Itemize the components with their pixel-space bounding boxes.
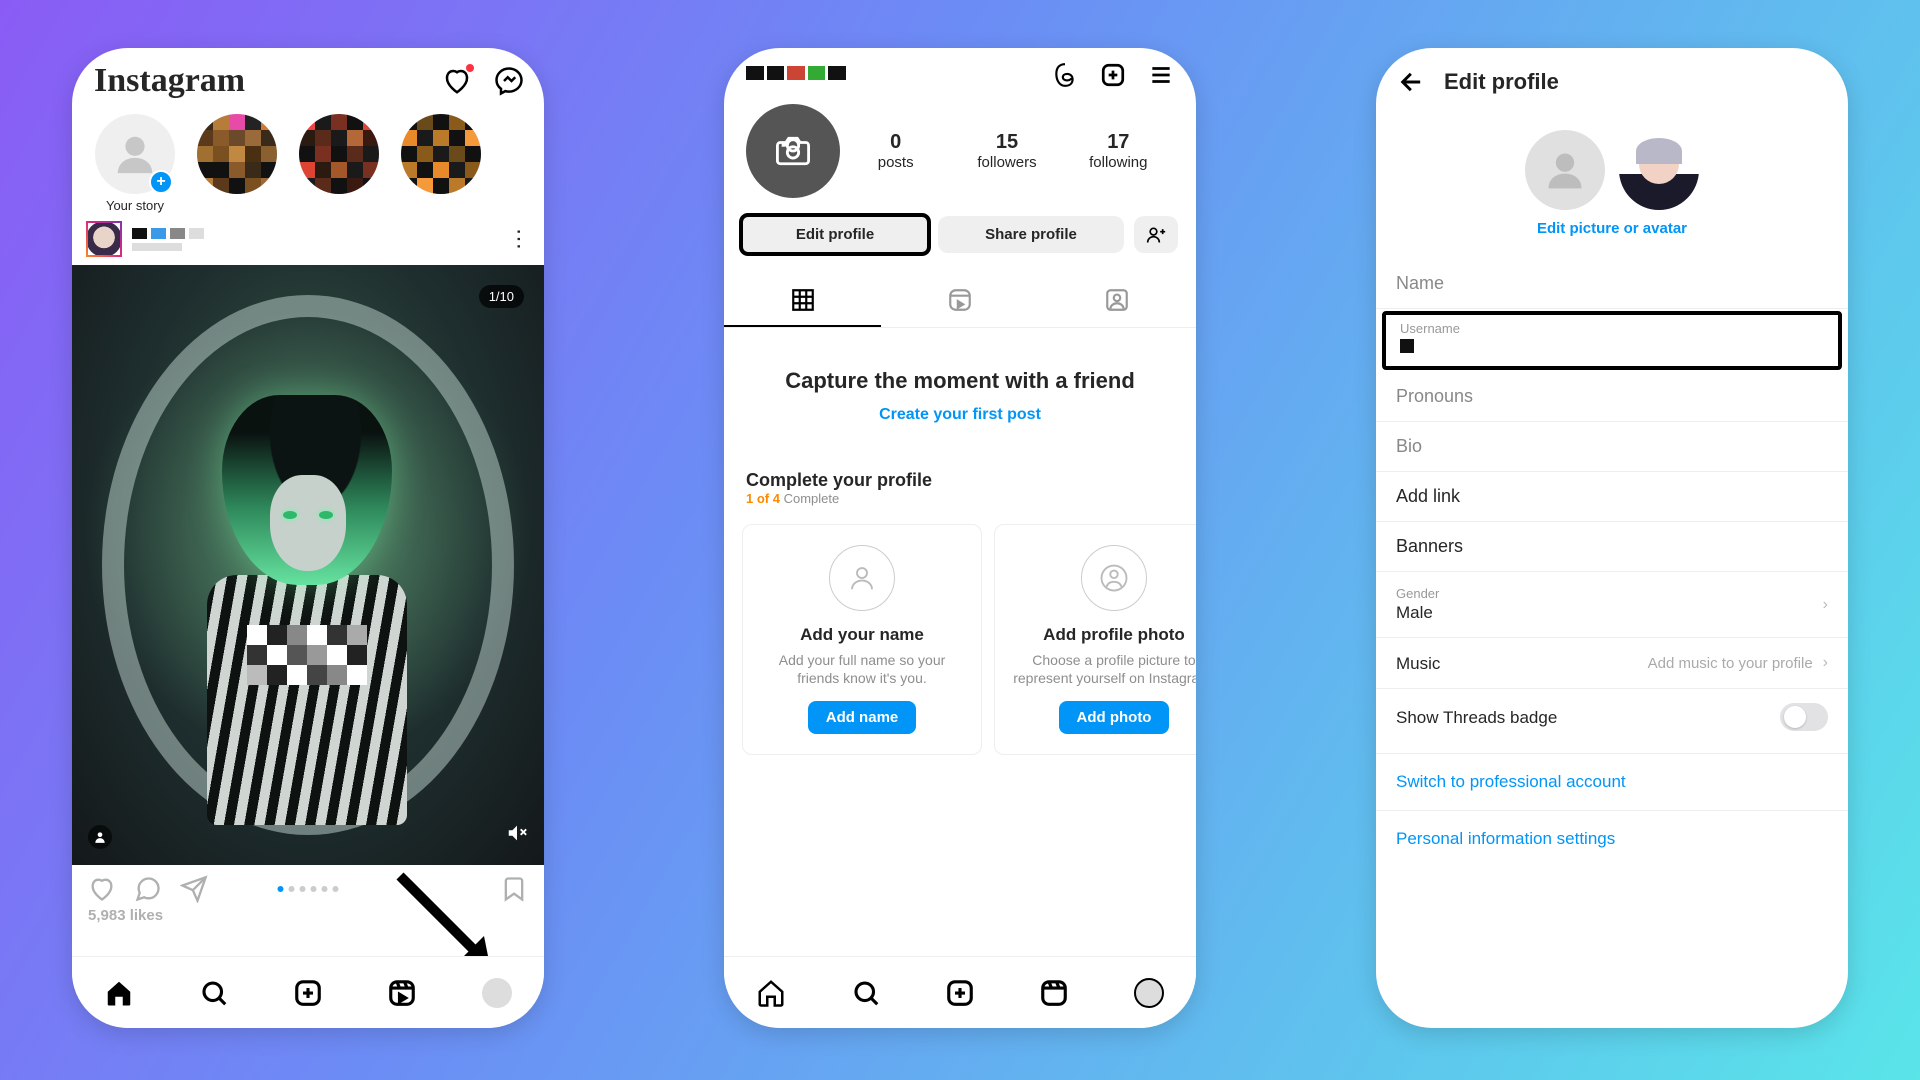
menu-icon[interactable] xyxy=(1148,62,1174,88)
edit-picture-link[interactable]: Edit picture or avatar xyxy=(1376,220,1848,259)
more-icon[interactable]: ⋯ xyxy=(506,228,532,250)
likes-count[interactable]: 5,983 likes xyxy=(72,905,544,926)
story-item[interactable] xyxy=(398,114,484,213)
post-author-avatar[interactable] xyxy=(86,221,122,257)
chevron-right-icon: › xyxy=(1823,654,1828,672)
avatar-photo[interactable] xyxy=(1525,130,1605,210)
edit-profile-title: Edit profile xyxy=(1444,69,1559,95)
bottom-nav xyxy=(724,956,1196,1028)
messenger-icon[interactable] xyxy=(494,66,524,96)
edit-profile-button[interactable]: Edit profile xyxy=(742,216,928,253)
avatar-icon xyxy=(1081,545,1147,611)
person-icon xyxy=(829,545,895,611)
your-story[interactable]: + Your story xyxy=(92,114,178,213)
add-photo-button[interactable]: Add photo xyxy=(1059,701,1170,734)
tagged-people-icon[interactable] xyxy=(88,825,112,849)
home-icon[interactable] xyxy=(755,977,787,1009)
complete-profile-progress: 1 of 4 Complete xyxy=(746,491,1174,506)
search-icon[interactable] xyxy=(850,977,882,1009)
heart-icon[interactable] xyxy=(442,66,472,96)
bookmark-icon[interactable] xyxy=(500,875,528,903)
threads-badge-toggle[interactable]: Show Threads badge xyxy=(1376,689,1848,745)
name-field[interactable]: Name xyxy=(1376,259,1848,309)
like-icon[interactable] xyxy=(88,875,116,903)
search-icon[interactable] xyxy=(198,977,230,1009)
post-header: ⋯ xyxy=(72,213,544,265)
music-field[interactable]: Music Add music to your profile › xyxy=(1376,638,1848,689)
banners-field[interactable]: Banners xyxy=(1376,522,1848,572)
plus-icon: + xyxy=(149,170,173,194)
comment-icon[interactable] xyxy=(134,875,162,903)
profile-icon[interactable] xyxy=(481,977,513,1009)
your-story-label: Your story xyxy=(106,198,164,213)
new-post-icon[interactable] xyxy=(1100,62,1126,88)
share-icon[interactable] xyxy=(180,875,208,903)
discover-people-button[interactable] xyxy=(1134,216,1178,253)
gender-field[interactable]: Gender Male › xyxy=(1376,572,1848,638)
capture-heading: Capture the moment with a friend xyxy=(754,368,1166,394)
complete-profile-heading: Complete your profile xyxy=(746,470,1174,491)
threads-icon[interactable] xyxy=(1052,62,1078,88)
phone-profile: 0posts 15followers 17following Edit prof… xyxy=(724,48,1196,1028)
stories-row: + Your story xyxy=(72,106,544,213)
tab-reels[interactable] xyxy=(881,275,1038,327)
personal-info-link[interactable]: Personal information settings xyxy=(1376,811,1848,867)
phone-feed: Instagram + Your story xyxy=(72,48,544,1028)
card-add-name: Add your name Add your full name so your… xyxy=(742,524,982,755)
new-post-icon[interactable] xyxy=(944,977,976,1009)
chevron-right-icon: › xyxy=(1823,596,1828,614)
reels-icon[interactable] xyxy=(1038,977,1070,1009)
reels-icon[interactable] xyxy=(386,977,418,1009)
bottom-nav xyxy=(72,956,544,1028)
add-link-field[interactable]: Add link xyxy=(1376,472,1848,522)
toggle-switch[interactable] xyxy=(1780,703,1828,731)
bio-field[interactable]: Bio xyxy=(1376,422,1848,472)
post-image[interactable]: 1/10 xyxy=(72,265,544,865)
new-post-icon[interactable] xyxy=(292,977,324,1009)
username-field[interactable]: Username xyxy=(1382,311,1842,370)
create-first-post-link[interactable]: Create your first post xyxy=(754,406,1166,424)
carousel-counter: 1/10 xyxy=(479,285,524,308)
stat-posts[interactable]: 0posts xyxy=(840,131,951,171)
pronouns-field[interactable]: Pronouns xyxy=(1376,372,1848,422)
share-profile-button[interactable]: Share profile xyxy=(938,216,1124,253)
phone-edit-profile: Edit profile Edit picture or avatar Name… xyxy=(1376,48,1848,1028)
story-item[interactable] xyxy=(194,114,280,213)
profile-avatar[interactable] xyxy=(746,104,840,198)
mute-icon[interactable] xyxy=(506,822,528,849)
carousel-dots xyxy=(278,886,339,892)
home-icon[interactable] xyxy=(103,977,135,1009)
switch-professional-link[interactable]: Switch to professional account xyxy=(1376,754,1848,811)
tab-grid[interactable] xyxy=(724,275,881,327)
tab-tagged[interactable] xyxy=(1039,275,1196,327)
story-item[interactable] xyxy=(296,114,382,213)
stat-followers[interactable]: 15followers xyxy=(951,131,1062,171)
profile-icon[interactable] xyxy=(1133,977,1165,1009)
card-add-photo: Add profile photo Choose a profile pictu… xyxy=(994,524,1196,755)
avatar-cartoon[interactable] xyxy=(1619,130,1699,210)
back-icon[interactable] xyxy=(1398,68,1426,96)
profile-tabs xyxy=(724,275,1196,328)
instagram-logo: Instagram xyxy=(94,62,245,100)
stat-following[interactable]: 17following xyxy=(1063,131,1174,171)
add-name-button[interactable]: Add name xyxy=(808,701,917,734)
